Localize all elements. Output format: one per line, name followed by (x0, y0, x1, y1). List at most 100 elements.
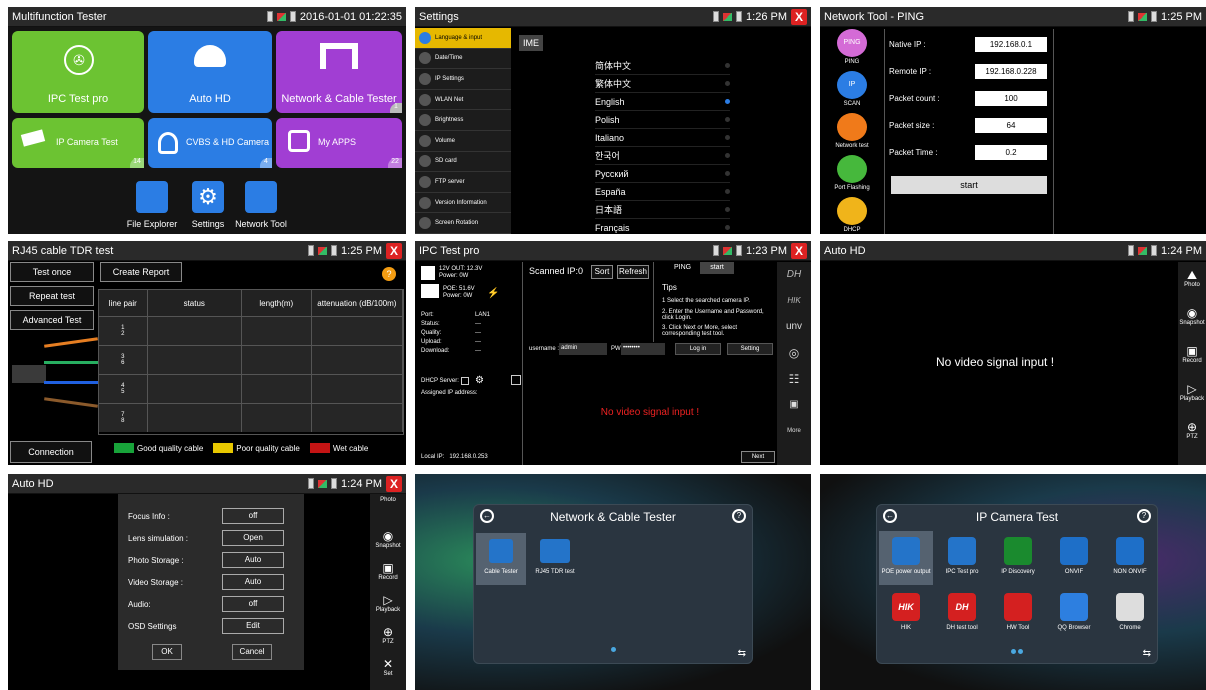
resize-icon[interactable]: ⇆ (738, 648, 746, 659)
tool-playback[interactable]: ▷ Playback (1178, 376, 1206, 414)
tool-dhcp[interactable]: DHCP (826, 197, 878, 234)
setting-value-button[interactable]: Open (222, 530, 284, 546)
setting-value-button[interactable]: Auto (222, 552, 284, 568)
password-field[interactable]: •••••••• (621, 343, 665, 355)
start-button[interactable]: start (700, 262, 734, 274)
tool-set[interactable]: ✕ Set (370, 654, 406, 686)
setting-button[interactable]: Setting (727, 343, 773, 355)
setting-value-button[interactable]: Auto (222, 574, 284, 590)
ok-button[interactable]: OK (152, 644, 182, 660)
tool-ping[interactable]: PING PING (826, 29, 878, 71)
tool-photo[interactable]: ⛰ Photo (1178, 262, 1206, 300)
tile-auto-hd[interactable]: Auto HD (148, 31, 272, 113)
app-dh[interactable]: DH DH test tool (935, 587, 989, 641)
app-ip-discovery[interactable]: IP Discovery (991, 531, 1045, 585)
more-button[interactable]: More (777, 418, 811, 444)
create-report-button[interactable]: Create Report (100, 262, 182, 282)
dock-settings[interactable]: ⚙ Settings (182, 181, 234, 231)
gear-icon[interactable]: ⚙ (475, 375, 484, 386)
settings-menu-item[interactable]: Brightness (415, 110, 511, 131)
field-input[interactable]: 192.168.0.228 (975, 64, 1047, 79)
start-button[interactable]: start (891, 176, 1047, 194)
dhcp-checkbox[interactable] (461, 377, 469, 385)
close-icon[interactable]: X (386, 242, 402, 259)
language-option[interactable]: 한국어 (595, 147, 730, 165)
language-option[interactable]: 简体中文 (595, 57, 730, 75)
tile-ipc-test-pro[interactable]: ✇ IPC Test pro (12, 31, 144, 113)
ping-tab[interactable]: PING (674, 264, 691, 271)
dock-file-explorer[interactable]: File Explorer (126, 181, 178, 231)
language-option[interactable]: 繁体中文 (595, 75, 730, 93)
connection-diagram-button[interactable]: Connection diagram (10, 441, 92, 463)
app-chrome[interactable]: Chrome (1103, 587, 1157, 641)
setting-value-button[interactable]: off (222, 508, 284, 524)
test-once-button[interactable]: Test once (10, 262, 94, 282)
tile-cvbs-hd-camera[interactable]: CVBS & HD Camera 4 (148, 118, 272, 168)
language-option[interactable]: Polish (595, 111, 730, 129)
tool-photo[interactable]: Photo (370, 494, 406, 526)
app-cable-tester[interactable]: Cable Tester (476, 533, 526, 585)
setting-value-button[interactable]: Edit (222, 618, 284, 634)
help-icon[interactable]: ? (1137, 509, 1151, 523)
language-option[interactable]: English (595, 93, 730, 111)
field-input[interactable]: 100 (975, 91, 1047, 106)
hik-brand-button[interactable]: HIK (777, 288, 811, 314)
field-input[interactable]: 192.168.0.1 (975, 37, 1047, 52)
settings-menu-item[interactable]: IP Settings (415, 69, 511, 90)
app-poe[interactable]: POE power output (879, 531, 933, 585)
tool-snapshot[interactable]: ◉ Snapshot (370, 526, 406, 558)
setting-value-button[interactable]: off (222, 596, 284, 612)
field-input[interactable]: 64 (975, 118, 1047, 133)
network-icon[interactable]: ☷ (777, 366, 811, 392)
app-ipc-test[interactable]: IPC Test pro (935, 531, 989, 585)
app-onvif[interactable]: ONVIF (1047, 531, 1101, 585)
help-icon[interactable]: ? (382, 267, 396, 281)
settings-menu-item[interactable]: SD card (415, 152, 511, 173)
settings-menu-item[interactable]: Screen Rotation (415, 213, 511, 234)
sort-button[interactable]: Sort (591, 265, 613, 279)
tool-network-test[interactable]: Network test (826, 113, 878, 155)
export-icon[interactable] (511, 375, 521, 385)
app-hw[interactable]: HW Tool (991, 587, 1045, 641)
language-option[interactable]: Français (595, 219, 730, 234)
tool-port-flashing[interactable]: Port Flashing (826, 155, 878, 197)
camera-icon[interactable]: ▣ (777, 392, 811, 418)
tool-snapshot[interactable]: ◉ Snapshot (1178, 300, 1206, 338)
tool-record[interactable]: ▣ Record (1178, 338, 1206, 376)
close-icon[interactable]: X (386, 475, 402, 492)
tool-ip-scan[interactable]: IP SCAN (826, 71, 878, 113)
login-button[interactable]: Log in (675, 343, 721, 355)
close-icon[interactable]: X (791, 8, 807, 25)
tile-network-cable-tester[interactable]: Network & Cable Tester 1 (276, 31, 402, 113)
tool-ptz[interactable]: ⊕ PTZ (370, 622, 406, 654)
close-icon[interactable]: X (791, 242, 807, 259)
tile-my-apps[interactable]: My APPS 22 (276, 118, 402, 168)
username-select[interactable]: admin (559, 343, 607, 355)
dh-brand-button[interactable]: DH (777, 262, 811, 288)
settings-menu-item[interactable]: Volume (415, 131, 511, 152)
app-rj45-tdr-test[interactable]: RJ45 TDR test (530, 533, 580, 585)
settings-menu-item[interactable]: WLAN Net (415, 90, 511, 111)
app-hik[interactable]: HIK HIK (879, 587, 933, 641)
settings-menu-item[interactable]: Language & input (415, 28, 511, 49)
settings-menu-item[interactable]: FTP server (415, 172, 511, 193)
dock-network-tool[interactable]: Network Tool (230, 181, 292, 231)
app-qq-browser[interactable]: QQ Browser (1047, 587, 1101, 641)
next-button[interactable]: Next (741, 451, 775, 463)
tool-record[interactable]: ▣ Record (370, 558, 406, 590)
language-option[interactable]: Italiano (595, 129, 730, 147)
unv-brand-button[interactable]: unv (777, 314, 811, 340)
refresh-button[interactable]: Refresh (617, 265, 649, 279)
language-option[interactable]: España (595, 183, 730, 201)
repeat-test-button[interactable]: Repeat test (10, 286, 94, 306)
help-icon[interactable]: ? (732, 509, 746, 523)
app-non-onvif[interactable]: NON ONVIF (1103, 531, 1157, 585)
ime-button[interactable]: IME (519, 35, 543, 51)
tool-ptz[interactable]: ⊕ PTZ (1178, 414, 1206, 452)
settings-menu-item[interactable]: Version Information (415, 193, 511, 214)
cancel-button[interactable]: Cancel (232, 644, 272, 660)
language-option[interactable]: 日本語 (595, 201, 730, 219)
field-input[interactable]: 0.2 (975, 145, 1047, 160)
globe-icon[interactable]: ◎ (777, 340, 811, 366)
language-option[interactable]: Русский (595, 165, 730, 183)
